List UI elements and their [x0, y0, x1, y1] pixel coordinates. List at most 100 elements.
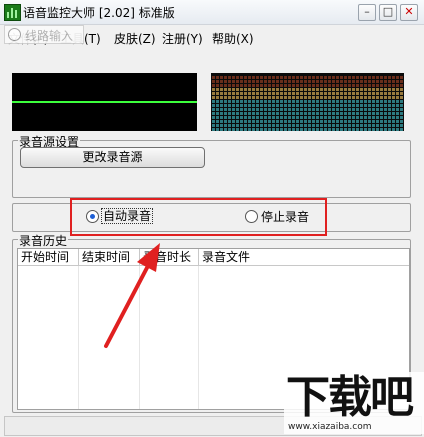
- spectrum-segment: [232, 104, 235, 107]
- spectrum-segment: [356, 112, 359, 115]
- spectrum-segment: [384, 120, 387, 123]
- spectrum-segment: [320, 100, 323, 103]
- spectrum-segment: [372, 108, 375, 111]
- spectrum-segment: [312, 120, 315, 123]
- spectrum-bars: [212, 76, 403, 131]
- spectrum-segment: [260, 116, 263, 119]
- spectrum-segment: [400, 108, 403, 111]
- spectrum-segment: [308, 124, 311, 127]
- spectrum-segment: [368, 84, 371, 87]
- close-button[interactable]: ✕: [400, 4, 418, 21]
- spectrum-segment: [356, 88, 359, 91]
- spectrum-segment: [216, 124, 219, 127]
- spectrum-segment: [292, 124, 295, 127]
- spectrum-segment: [296, 80, 299, 83]
- spectrum-segment: [348, 112, 351, 115]
- spectrum-segment: [224, 108, 227, 111]
- spectrum-segment: [356, 124, 359, 127]
- spectrum-segment: [336, 96, 339, 99]
- spectrum-segment: [236, 112, 239, 115]
- spectrum-segment: [316, 116, 319, 119]
- spectrum-segment: [380, 108, 383, 111]
- spectrum-segment: [348, 92, 351, 95]
- spectrum-segment: [360, 128, 363, 131]
- spectrum-segment: [308, 108, 311, 111]
- spectrum-segment: [308, 112, 311, 115]
- spectrum-segment: [328, 124, 331, 127]
- spectrum-segment: [260, 92, 263, 95]
- column-file[interactable]: 录音文件: [199, 249, 409, 266]
- spectrum-segment: [332, 124, 335, 127]
- spectrum-segment: [384, 76, 387, 79]
- spectrum-segment: [352, 84, 355, 87]
- spectrum-segment: [220, 120, 223, 123]
- spectrum-segment: [272, 84, 275, 87]
- spectrum-segment: [348, 104, 351, 107]
- menu-skin[interactable]: 皮肤(Z): [114, 30, 156, 47]
- spectrum-segment: [396, 84, 399, 87]
- spectrum-segment: [268, 128, 271, 131]
- spectrum-segment: [388, 112, 391, 115]
- spectrum-segment: [264, 116, 267, 119]
- spectrum-segment: [292, 120, 295, 123]
- spectrum-segment: [236, 76, 239, 79]
- spectrum-segment: [340, 100, 343, 103]
- spectrum-segment: [320, 80, 323, 83]
- spectrum-segment: [244, 116, 247, 119]
- spectrum-segment: [332, 112, 335, 115]
- spectrum-segment: [264, 112, 267, 115]
- change-source-button[interactable]: 更改录音源: [20, 147, 205, 168]
- spectrum-segment: [372, 80, 375, 83]
- spectrum-segment: [356, 76, 359, 79]
- column-end-time[interactable]: 结束时间: [79, 249, 140, 266]
- spectrum-segment: [384, 80, 387, 83]
- spectrum-segment: [304, 88, 307, 91]
- spectrum-segment: [240, 92, 243, 95]
- spectrum-segment: [344, 76, 347, 79]
- spectrum-segment: [368, 116, 371, 119]
- spectrum-segment: [216, 84, 219, 87]
- spectrum-segment: [320, 88, 323, 91]
- spectrum-segment: [256, 76, 259, 79]
- spectrum-segment: [356, 100, 359, 103]
- spectrum-segment: [228, 128, 231, 131]
- spectrum-segment: [256, 112, 259, 115]
- spectrum-segment: [360, 80, 363, 83]
- spectrum-segment: [344, 92, 347, 95]
- spectrum-segment: [336, 92, 339, 95]
- spectrum-segment: [352, 124, 355, 127]
- spectrum-segment: [276, 76, 279, 79]
- spectrum-segment: [332, 108, 335, 111]
- menu-register[interactable]: 注册(Y): [162, 30, 203, 47]
- spectrum-segment: [260, 104, 263, 107]
- column-duration[interactable]: 录音时长: [140, 249, 199, 266]
- spectrum-segment: [324, 84, 327, 87]
- spectrum-segment: [256, 104, 259, 107]
- spectrum-segment: [244, 88, 247, 91]
- spectrum-segment: [284, 116, 287, 119]
- spectrum-segment: [292, 76, 295, 79]
- column-start-time[interactable]: 开始时间: [18, 249, 79, 266]
- spectrum-segment: [240, 116, 243, 119]
- spectrum-segment: [236, 84, 239, 87]
- spectrum-segment: [220, 84, 223, 87]
- spectrum-segment: [228, 88, 231, 91]
- menu-help[interactable]: 帮助(X): [212, 30, 254, 47]
- spectrum-segment: [260, 112, 263, 115]
- maximize-button[interactable]: □: [379, 4, 397, 21]
- spectrum-segment: [220, 76, 223, 79]
- spectrum-segment: [256, 120, 259, 123]
- spectrum-segment: [388, 108, 391, 111]
- spectrum-segment: [388, 92, 391, 95]
- spectrum-segment: [340, 124, 343, 127]
- spectrum-segment: [344, 80, 347, 83]
- spectrum-segment: [212, 104, 215, 107]
- spectrum-segment: [340, 84, 343, 87]
- spectrum-segment: [240, 80, 243, 83]
- spectrum-segment: [312, 80, 315, 83]
- spectrum-segment: [376, 76, 379, 79]
- spectrum-segment: [232, 108, 235, 111]
- spectrum-segment: [312, 116, 315, 119]
- spectrum-segment: [276, 88, 279, 91]
- minimize-button[interactable]: –: [358, 4, 376, 21]
